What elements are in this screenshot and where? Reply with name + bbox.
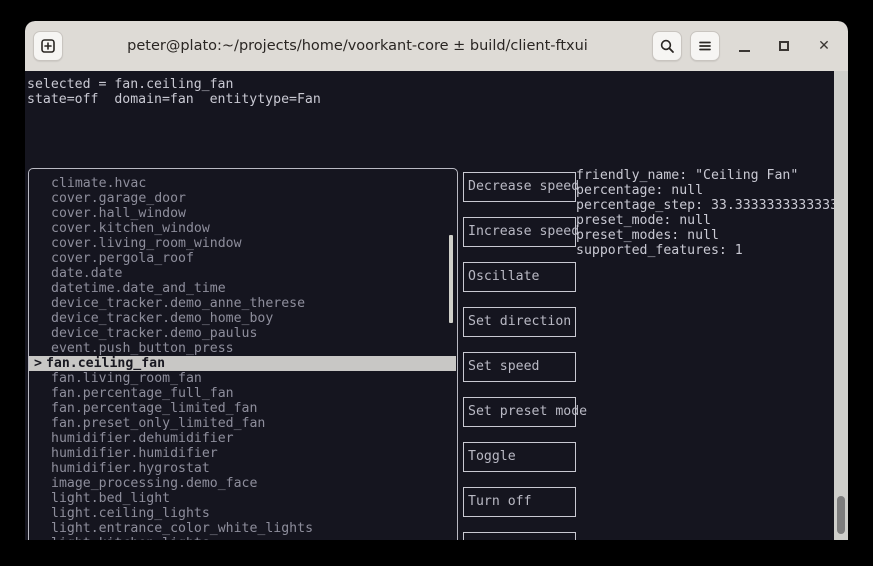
entity-list-item[interactable]: humidifier.dehumidifier: [29, 431, 457, 446]
window-title: peter@plato:~/projects/home/voorkant-cor…: [127, 38, 588, 54]
attribute-line: preset_modes: null: [576, 228, 719, 243]
terminal-scrollbar-thumb[interactable]: [837, 496, 845, 534]
entity-list-item[interactable]: device_tracker.demo_anne_therese: [29, 296, 457, 311]
entity-list-item[interactable]: image_processing.demo_face: [29, 476, 457, 491]
close-button[interactable]: ✕: [808, 31, 840, 61]
new-tab-button[interactable]: [33, 31, 63, 61]
entity-list-item[interactable]: device_tracker.demo_paulus: [29, 326, 457, 341]
hamburger-menu-icon: [699, 41, 711, 51]
plus-in-square-icon: [41, 39, 55, 53]
entity-list-item-label: fan.ceiling_fan: [45, 356, 166, 371]
action-button[interactable]: Toggle: [463, 442, 576, 472]
entity-list-item[interactable]: fan.percentage_limited_fan: [29, 401, 457, 416]
entity-list-item[interactable]: fan.living_room_fan: [29, 371, 457, 386]
search-icon: [660, 39, 674, 53]
entity-list-item[interactable]: > fan.ceiling_fan: [29, 356, 456, 371]
entity-list-item[interactable]: light.entrance_color_white_lights: [29, 521, 457, 536]
entity-list-scrollbar[interactable]: [449, 235, 453, 323]
action-button[interactable]: Increase speed: [463, 217, 579, 247]
entity-list-item[interactable]: cover.hall_window: [29, 206, 457, 221]
entity-list-item[interactable]: device_tracker.demo_home_boy: [29, 311, 457, 326]
selection-caret-icon: >: [34, 356, 42, 371]
action-button[interactable]: Set direction: [463, 307, 576, 337]
action-button[interactable]: Turn on: [463, 532, 576, 540]
action-button[interactable]: Decrease speed: [463, 172, 579, 202]
entity-list-item[interactable]: cover.kitchen_window: [29, 221, 457, 236]
status-line-state: state=off domain=fan entitytype=Fan: [27, 92, 321, 107]
entity-list-item[interactable]: fan.percentage_full_fan: [29, 386, 457, 401]
maximize-button[interactable]: [768, 31, 800, 61]
menu-button[interactable]: [690, 31, 720, 61]
titlebar-right-controls: ✕: [652, 31, 840, 61]
terminal-window: peter@plato:~/projects/home/voorkant-cor…: [25, 21, 848, 540]
entity-list-item[interactable]: cover.pergola_roof: [29, 251, 457, 266]
attributes-panel: friendly_name: "Ceiling Fan" percentage: …: [576, 168, 848, 258]
attribute-line: percentage: null: [576, 183, 704, 198]
window-titlebar: peter@plato:~/projects/home/voorkant-cor…: [25, 21, 848, 71]
entity-list-item[interactable]: fan.preset_only_limited_fan: [29, 416, 457, 431]
status-line-selected: selected = fan.ceiling_fan: [27, 77, 234, 92]
terminal-scrollbar[interactable]: [834, 71, 848, 540]
entity-list-item[interactable]: light.bed_light: [29, 491, 457, 506]
entity-list-item[interactable]: light.ceiling_lights: [29, 506, 457, 521]
entity-list-item[interactable]: event.push_button_press: [29, 341, 457, 356]
action-button-column: Decrease speed Increase speed Oscillate Set…: [463, 172, 587, 540]
search-button[interactable]: [652, 31, 682, 61]
entity-list-panel[interactable]: climate.hvac cover.garage_door cover.hall_…: [28, 168, 458, 540]
entity-list-item[interactable]: humidifier.humidifier: [29, 446, 457, 461]
action-button[interactable]: Set preset mode: [463, 397, 587, 427]
entity-list: climate.hvac cover.garage_door cover.hall_…: [29, 176, 457, 540]
minimize-button[interactable]: [728, 31, 760, 61]
attribute-line: preset_mode: null: [576, 213, 711, 228]
action-button[interactable]: Turn off: [463, 487, 576, 517]
attribute-line: friendly_name: "Ceiling Fan": [576, 168, 799, 183]
entity-list-item[interactable]: cover.living_room_window: [29, 236, 457, 251]
entity-list-item[interactable]: climate.hvac: [29, 176, 457, 191]
action-button[interactable]: Set speed: [463, 352, 576, 382]
entity-list-item[interactable]: light.kitchen_lights: [29, 536, 457, 540]
attribute-line: percentage_step: 33.333333333333336: [576, 198, 848, 213]
entity-list-item[interactable]: date.date: [29, 266, 457, 281]
action-button[interactable]: Oscillate: [463, 262, 576, 292]
attribute-line: supported_features: 1: [576, 243, 743, 258]
entity-list-item[interactable]: cover.garage_door: [29, 191, 457, 206]
terminal-content: selected = fan.ceiling_fan state=off dom…: [25, 71, 848, 540]
entity-list-item[interactable]: datetime.date_and_time: [29, 281, 457, 296]
entity-list-item[interactable]: humidifier.hygrostat: [29, 461, 457, 476]
